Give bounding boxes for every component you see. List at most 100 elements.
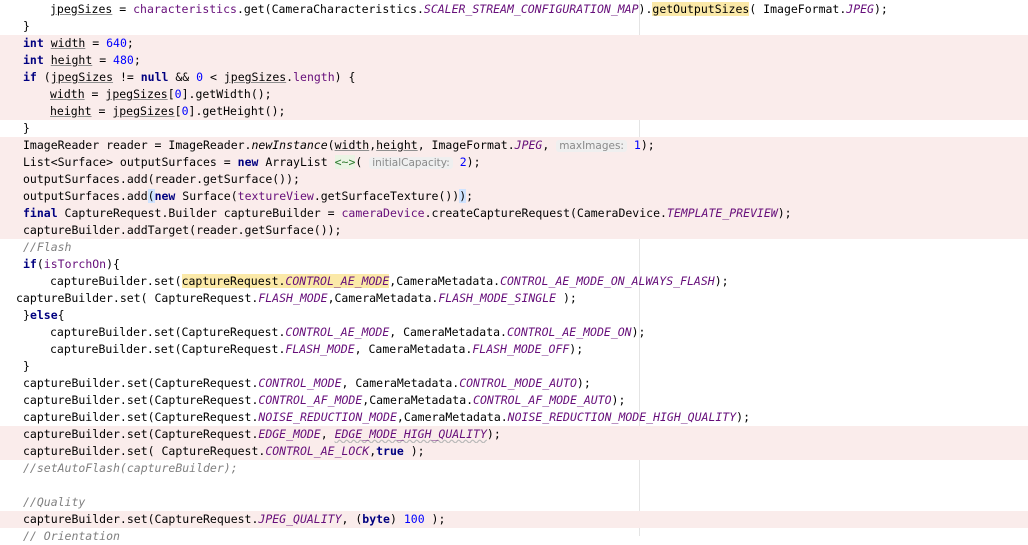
code-token: ].getHeight(); xyxy=(188,104,286,118)
code-line-text: } xyxy=(23,120,30,137)
code-token: CONTROL_AE_MODE_ON_ALWAYS_FLASH xyxy=(500,274,715,288)
code-line-text: captureBuilder.set(CaptureRequest.CONTRO… xyxy=(23,392,625,409)
code-token: captureBuilder.set(CaptureRequest. xyxy=(50,342,286,356)
code-line-text: outputSurfaces.add(new Surface(textureVi… xyxy=(23,188,473,205)
code-line-text: } xyxy=(23,358,30,375)
code-line[interactable]: captureBuilder.set(captureRequest.CONTRO… xyxy=(0,273,1028,290)
code-line[interactable]: captureBuilder.set( CaptureRequest.FLASH… xyxy=(0,290,1028,307)
code-token: ); xyxy=(569,342,584,356)
code-token: ,CameraMetadata. xyxy=(396,410,508,424)
code-line[interactable]: captureBuilder.set( CaptureRequest.CONTR… xyxy=(0,443,1028,460)
code-line[interactable]: } xyxy=(0,18,1028,35)
code-token: height xyxy=(50,53,93,67)
code-token: jpegSizes xyxy=(50,2,113,16)
code-token: ( xyxy=(36,257,44,271)
code-token: FLASH_MODE xyxy=(285,342,355,356)
code-token: captureBuilder.set(CaptureRequest. xyxy=(23,376,259,390)
code-line[interactable]: captureBuilder.set(CaptureRequest.CONTRO… xyxy=(0,392,1028,409)
code-token: EDGE_MODE_HIGH_QUALITY xyxy=(334,427,487,441)
code-line[interactable]: captureBuilder.set(CaptureRequest.JPEG_Q… xyxy=(0,511,1028,528)
code-line-text: int height = 480; xyxy=(23,52,141,69)
code-line-text: width = jpegSizes[0].getWidth(); xyxy=(50,86,272,103)
code-line[interactable]: captureBuilder.set(CaptureRequest.CONTRO… xyxy=(0,324,1028,341)
code-line[interactable]: if(isTorchOn){ xyxy=(0,256,1028,273)
code-line-text: captureBuilder.set(CaptureRequest.FLASH_… xyxy=(50,341,583,358)
code-token: ); xyxy=(424,512,446,526)
code-token: CONTROL_MODE xyxy=(258,376,342,390)
code-token: jpegSizes xyxy=(50,70,114,84)
code-token: final xyxy=(23,206,58,220)
code-token: captureBuilder.set(CaptureRequest. xyxy=(23,427,259,441)
code-token: EDGE_MODE xyxy=(258,427,321,441)
code-token: JPEG_QUALITY xyxy=(258,512,342,526)
code-token: width xyxy=(50,36,86,50)
code-line[interactable] xyxy=(0,477,1028,494)
code-token: ; xyxy=(466,189,474,203)
code-editor[interactable]: jpegSizes = characteristics.get(CameraCh… xyxy=(0,0,1028,543)
code-token: , CameraMetadata. xyxy=(341,376,460,390)
code-token: = xyxy=(91,104,113,118)
code-token: 100 xyxy=(403,512,425,526)
code-line[interactable]: captureBuilder.set(CaptureRequest.FLASH_… xyxy=(0,341,1028,358)
code-token: CONTROL_MODE_AUTO xyxy=(459,376,577,390)
code-token: ); xyxy=(631,325,646,339)
code-line[interactable]: captureBuilder.set(CaptureRequest.CONTRO… xyxy=(0,375,1028,392)
code-token: getOutputSizes xyxy=(652,2,750,16)
code-line[interactable]: captureBuilder.addTarget(reader.getSurfa… xyxy=(0,222,1028,239)
code-line[interactable]: // Orientation xyxy=(0,528,1028,545)
code-token: , xyxy=(320,427,335,441)
code-token: ). xyxy=(638,2,653,16)
code-line[interactable]: int width = 640; xyxy=(0,35,1028,52)
code-token: null xyxy=(140,70,169,84)
code-line[interactable]: //setAutoFlash(captureBuilder); xyxy=(0,460,1028,477)
code-token: ); xyxy=(556,291,577,305)
code-line[interactable]: //Quality xyxy=(0,494,1028,511)
code-line[interactable]: outputSurfaces.add(new Surface(textureVi… xyxy=(0,188,1028,205)
code-line[interactable]: //Flash xyxy=(0,239,1028,256)
code-token: jpegSizes xyxy=(105,87,168,101)
code-token: ){ xyxy=(106,257,120,271)
code-line[interactable]: }else{ xyxy=(0,307,1028,324)
code-token: ( ImageFormat. xyxy=(749,2,847,16)
code-line[interactable]: jpegSizes = characteristics.get(CameraCh… xyxy=(0,1,1028,18)
code-line[interactable]: } xyxy=(0,358,1028,375)
code-token: captureBuilder.set( CaptureRequest. xyxy=(23,444,266,458)
code-token: true xyxy=(376,444,404,458)
code-token: outputSurfaces.add xyxy=(23,189,148,203)
code-token: JPEG xyxy=(514,138,543,152)
code-line-text: //Quality xyxy=(23,494,85,511)
code-line-text: captureBuilder.set(CaptureRequest.NOISE_… xyxy=(23,409,750,426)
code-line[interactable]: final CaptureRequest.Builder captureBuil… xyxy=(0,205,1028,222)
code-line[interactable]: List<Surface> outputSurfaces = new Array… xyxy=(0,154,1028,171)
code-line[interactable]: int height = 480; xyxy=(0,52,1028,69)
code-token: // Orientation xyxy=(23,529,120,543)
code-line[interactable]: ImageReader reader = ImageReader.newInst… xyxy=(0,137,1028,154)
code-token: ); xyxy=(640,138,655,152)
code-token: ( xyxy=(36,70,51,84)
code-line-text: captureBuilder.addTarget(reader.getSurfa… xyxy=(23,222,342,239)
code-token: ); xyxy=(873,2,888,16)
code-token: Surface( xyxy=(175,189,238,203)
code-line-text: outputSurfaces.add(reader.getSurface()); xyxy=(23,171,300,188)
code-token: NOISE_REDUCTION_MODE xyxy=(258,410,397,424)
code-line-text: captureBuilder.set(captureRequest.CONTRO… xyxy=(50,273,729,290)
code-line[interactable]: if (jpegSizes != null && 0 < jpegSizes.l… xyxy=(0,69,1028,86)
code-token: captureBuilder.set( xyxy=(50,274,182,288)
code-line-text: jpegSizes = characteristics.get(CameraCh… xyxy=(50,1,888,18)
code-token: 0 xyxy=(181,104,189,118)
code-token: [ xyxy=(174,104,182,118)
code-token: 0 xyxy=(174,87,182,101)
code-token: , ImageFormat. xyxy=(417,138,515,152)
code-line[interactable]: } xyxy=(0,120,1028,137)
code-line[interactable]: captureBuilder.set(CaptureRequest.EDGE_M… xyxy=(0,426,1028,443)
code-line[interactable]: outputSurfaces.add(reader.getSurface()); xyxy=(0,171,1028,188)
code-token: int xyxy=(23,53,44,67)
code-token: 480 xyxy=(113,53,134,67)
code-token: ); xyxy=(403,444,425,458)
code-line[interactable]: captureBuilder.set(CaptureRequest.NOISE_… xyxy=(0,409,1028,426)
code-token: byte xyxy=(362,512,390,526)
code-token: CONTROL_AE_LOCK xyxy=(265,444,370,458)
code-line[interactable]: height = jpegSizes[0].getHeight(); xyxy=(0,103,1028,120)
code-token: , CameraMetadata. xyxy=(354,342,473,356)
code-line[interactable]: width = jpegSizes[0].getWidth(); xyxy=(0,86,1028,103)
